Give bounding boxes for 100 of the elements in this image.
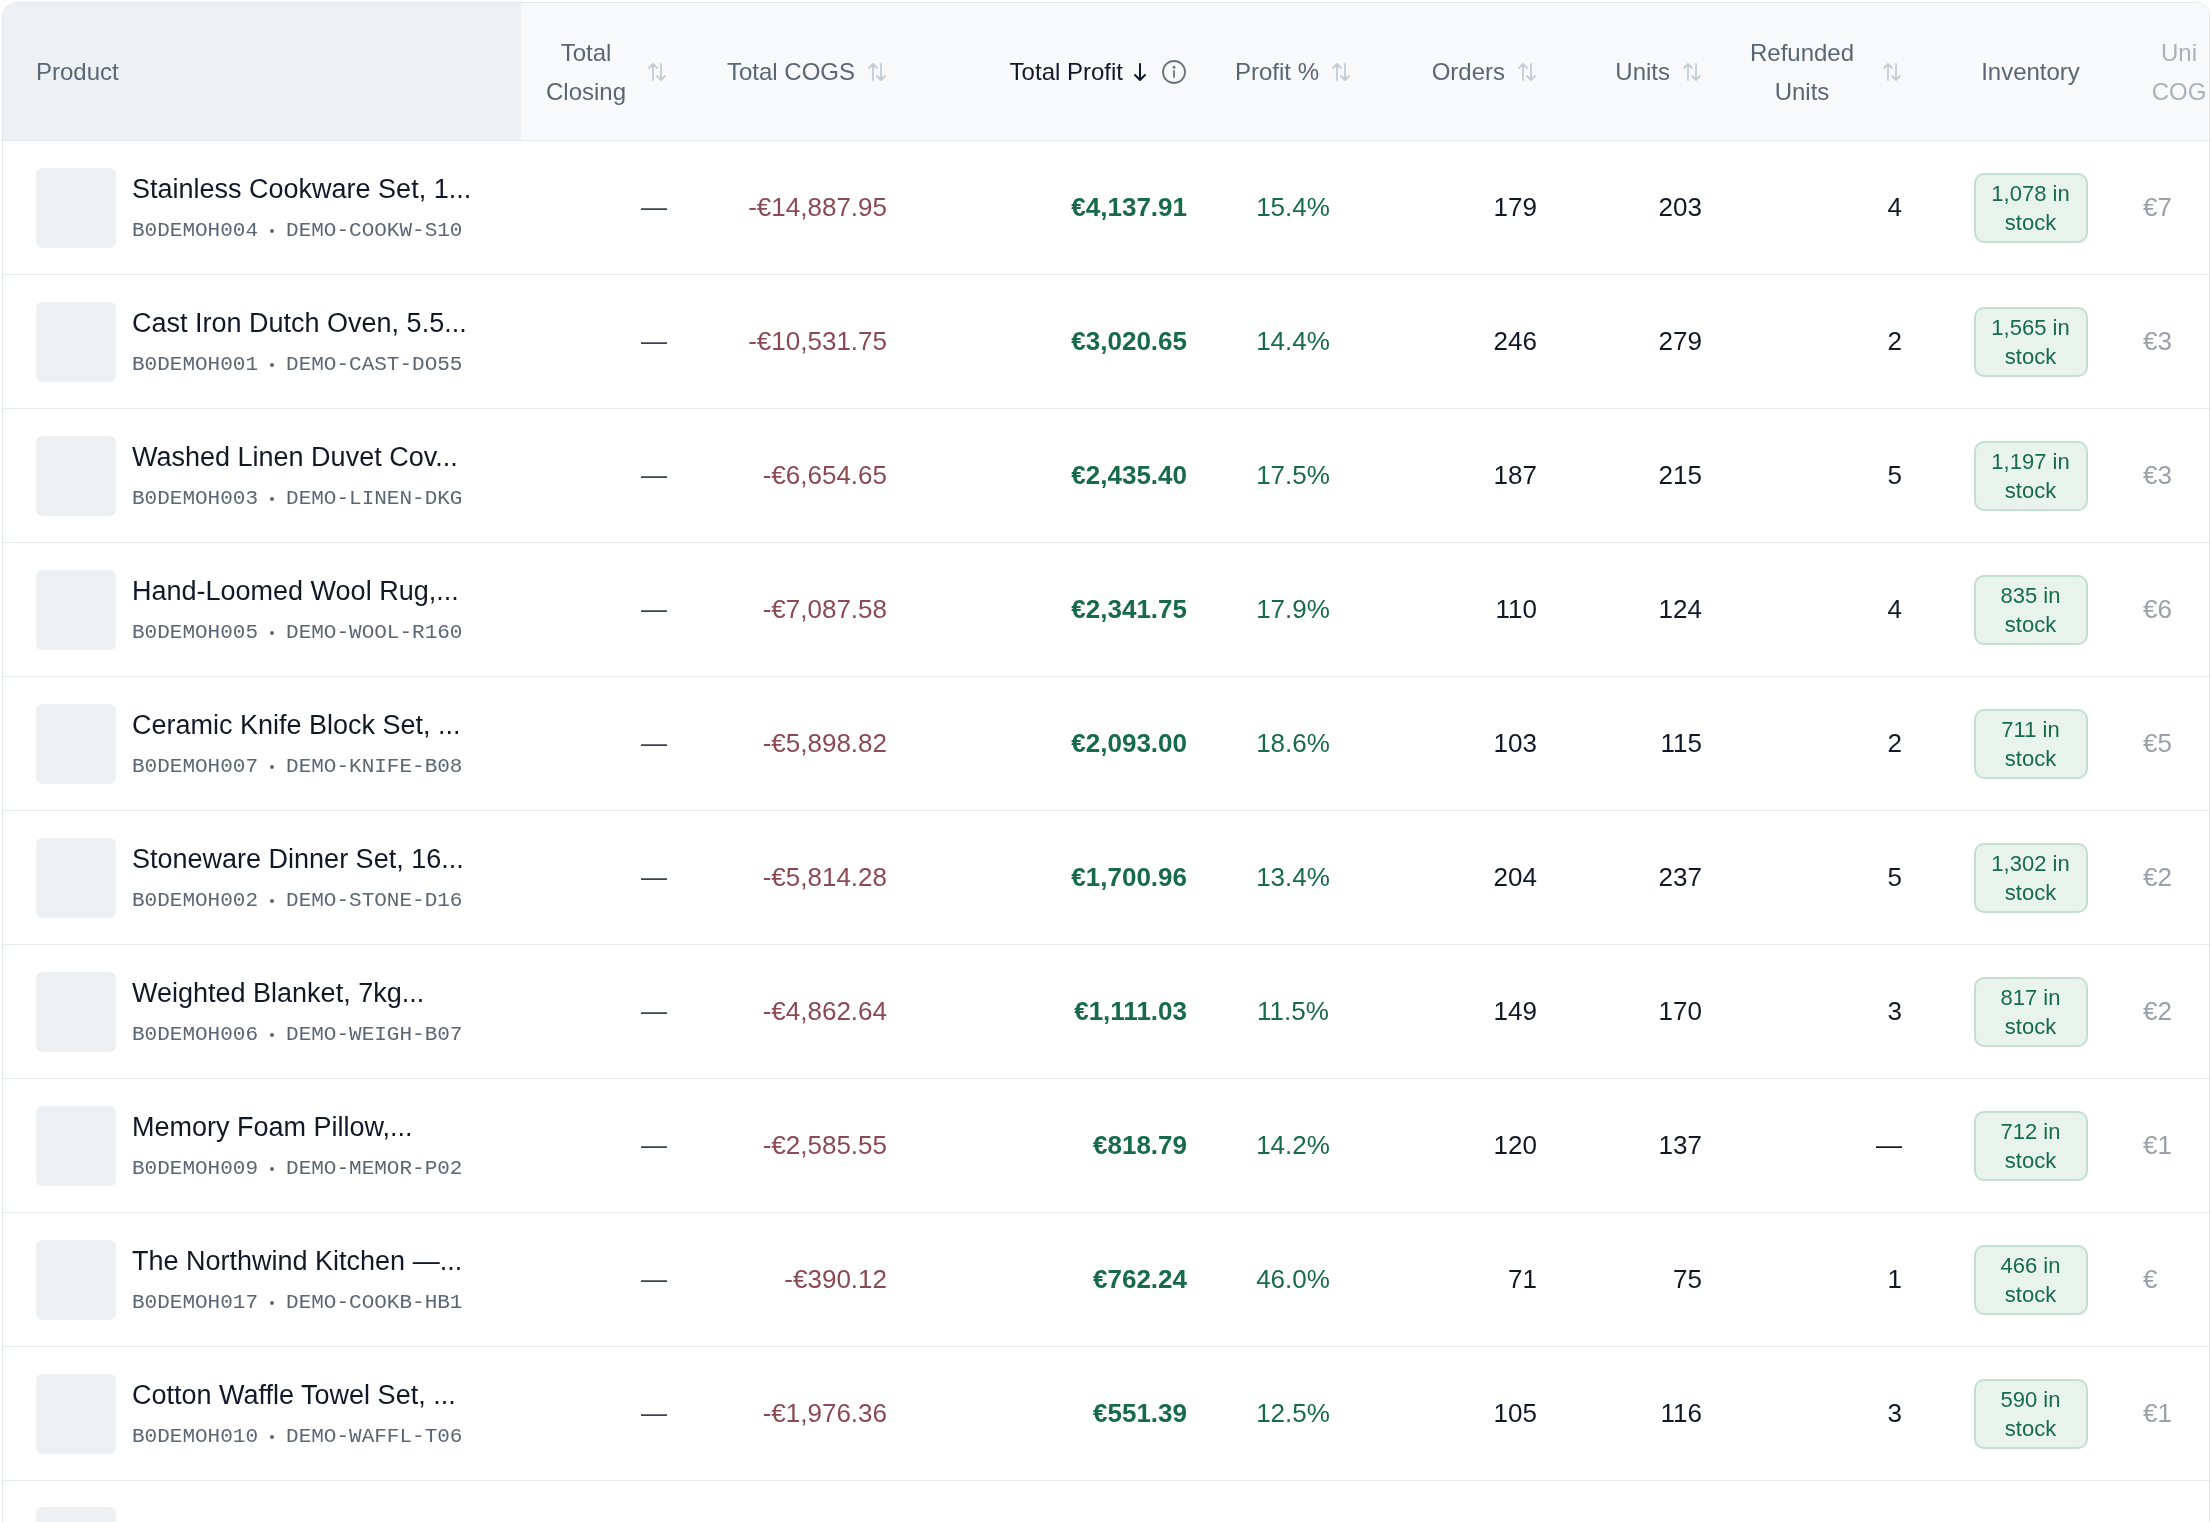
refunded-units: 5 — [1887, 459, 1902, 492]
product-name[interactable]: The Northwind Kitchen —... — [132, 1240, 463, 1281]
product-sku: DEMO-WAFFL-T06 — [286, 1424, 463, 1450]
sort-icon[interactable] — [867, 60, 887, 83]
profit-percent: 18.6% — [1256, 727, 1330, 760]
inventory-badge: 1,078 in stock — [1973, 172, 2088, 243]
table-row[interactable]: Hand-Loomed Wool Rug,... B0DEMOH005 DEMO-WOOL-R160 — -€7,087.58 €2,341.75 17.9% 110 124 4 835 in stock €6 — [3, 543, 2209, 677]
orders-count: 204 — [1493, 861, 1537, 894]
product-name[interactable]: Ceramic Knife Block Set, ... — [132, 704, 463, 745]
sort-icon[interactable] — [1517, 60, 1537, 83]
product-asin: B0DEMOH003 — [132, 486, 259, 512]
orders-count: 71 — [1508, 1263, 1537, 1296]
product-asin: B0DEMOH002 — [132, 888, 259, 914]
orders-count: 110 — [1495, 593, 1537, 626]
profit-percent: 17.5% — [1256, 459, 1330, 492]
column-header[interactable]: Orders — [1383, 3, 1553, 140]
table-row[interactable]: Washed Linen Duvet Cov... B0DEMOH003 DEMO-LINEN-DKG — -€6,654.65 €2,435.40 17.5% 187 215 5 1,197 in stock €3 — [3, 409, 2209, 543]
total-cogs: -€6,654.65 — [762, 459, 887, 492]
refunded-units: 4 — [1887, 593, 1902, 626]
column-header[interactable]: Total COGS — [683, 3, 903, 140]
total-profit: €762.24 — [1093, 1263, 1187, 1296]
info-icon[interactable] — [1161, 58, 1187, 85]
refunded-units: 5 — [1887, 861, 1902, 894]
inventory-badge: 712 in stock — [1973, 1110, 2088, 1181]
table-row[interactable]: Memory Foam Pillow,... B0DEMOH009 DEMO-MEMOR-P02 — -€2,585.55 €818.79 14.2% 120 137 — 712 in stock €1 — [3, 1079, 2209, 1213]
column-header[interactable]: Refunded Units — [1718, 3, 1918, 140]
table-row[interactable]: Cast Iron Dutch Oven, 5.5... B0DEMOH001 DEMO-CAST-DO55 — -€10,531.75 €3,020.65 14.4% 246 279 2 1,565 in stock €3 — [3, 275, 2209, 409]
product-sku: DEMO-MEMOR-P02 — [286, 1156, 463, 1182]
profit-percent: 17.9% — [1256, 593, 1330, 626]
orders-count: 187 — [1493, 459, 1537, 492]
product-name[interactable]: Hand-Loomed Wool Rug,... — [132, 570, 463, 611]
total-closing: — — [641, 1263, 667, 1296]
unit-cogs: €3 — [2143, 325, 2172, 358]
product-asin: B0DEMOH010 — [132, 1424, 259, 1450]
total-cogs: -€1,976.36 — [762, 1397, 887, 1430]
total-profit: €4,137.91 — [1071, 191, 1187, 224]
unit-cogs: €2 — [2143, 861, 2172, 894]
column-header[interactable]: Total Closing — [521, 3, 683, 140]
table-row[interactable]: Ceramic Knife Block Set, ... B0DEMOH007 DEMO-KNIFE-B08 — -€5,898.82 €2,093.00 18.6% 103 115 2 711 in stock €5 — [3, 677, 2209, 811]
table-row[interactable]: The Northwind Kitchen —... B0DEMOH017 DEMO-COOKB-HB1 — -€390.12 €762.24 46.0% 71 75 1 466 in stock € — [3, 1213, 2209, 1347]
product-name[interactable]: Cotton Waffle Towel Set, ... — [132, 1374, 463, 1415]
total-profit: €1,111.03 — [1074, 995, 1187, 1028]
total-cogs: -€390.12 — [784, 1263, 887, 1296]
total-cogs: -€10,531.75 — [748, 325, 887, 358]
orders-count: 105 — [1493, 1397, 1537, 1430]
product-sku: DEMO-STONE-D16 — [286, 888, 463, 914]
profit-percent: 14.2% — [1256, 1129, 1330, 1162]
total-profit: €818.79 — [1093, 1129, 1187, 1162]
product-name[interactable]: Stainless Cookware Set, 1... — [132, 168, 472, 209]
column-header[interactable]: Units — [1553, 3, 1718, 140]
units-count: 237 — [1658, 861, 1702, 894]
sort-icon[interactable] — [1331, 60, 1351, 83]
profit-percent: 46.0% — [1256, 1263, 1330, 1296]
total-closing: — — [641, 1129, 667, 1162]
total-cogs: -€7,087.58 — [762, 593, 887, 626]
product-sku: DEMO-CAST-DO55 — [286, 352, 463, 378]
sort-icon[interactable] — [1882, 60, 1902, 83]
arrow-down-icon[interactable] — [1131, 60, 1149, 83]
table-row[interactable]: Cotton Waffle Towel Set, ... B0DEMOH010 DEMO-WAFFL-T06 — -€1,976.36 €551.39 12.5% 105 116 3 590 in stock €1 — [3, 1347, 2209, 1481]
product-name[interactable]: Cast Iron Dutch Oven, 5.5... — [132, 302, 467, 343]
column-header[interactable]: Profit % — [1203, 3, 1383, 140]
product-asin: B0DEMOH017 — [132, 1290, 259, 1316]
sort-icon[interactable] — [647, 60, 667, 83]
refunded-units: 1 — [1887, 1263, 1902, 1296]
total-profit: €3,020.65 — [1071, 325, 1187, 358]
table-row[interactable]: Stoneware Dinner Set, 16... B0DEMOH002 DEMO-STONE-D16 — -€5,814.28 €1,700.96 13.4% 204 237 5 1,302 in stock €2 — [3, 811, 2209, 945]
total-closing: — — [641, 191, 667, 224]
product-asin: B0DEMOH006 — [132, 1022, 259, 1048]
total-profit: €551.39 — [1093, 1397, 1187, 1430]
total-cogs: -€4,862.64 — [762, 995, 887, 1028]
table-row[interactable]: Stainless Cookware Set, 1... B0DEMOH004 DEMO-COOKW-S10 — -€14,887.95 €4,137.91 15.4% 179 203 4 1,078 in stock €7 — [3, 141, 2209, 275]
inventory-badge: 817 in stock — [1973, 976, 2088, 1047]
units-count: 215 — [1658, 459, 1702, 492]
orders-count: 120 — [1493, 1129, 1537, 1162]
column-header[interactable]: Total Profit — [903, 3, 1203, 140]
units-count: 124 — [1658, 593, 1702, 626]
inventory-badge: 1,302 in stock — [1973, 842, 2088, 913]
refunded-units: 3 — [1887, 995, 1902, 1028]
product-name[interactable]: Washed Linen Duvet Cov... — [132, 436, 463, 477]
product-name[interactable]: Weighted Blanket, 7kg... — [132, 972, 463, 1013]
refunded-units: 3 — [1887, 1397, 1902, 1430]
product-asin: B0DEMOH009 — [132, 1156, 259, 1182]
table-row[interactable]: Weighted Blanket, 7kg... B0DEMOH006 DEMO-WEIGH-B07 — -€4,862.64 €1,111.03 11.5% 149 170 3 817 in stock €2 — [3, 945, 2209, 1079]
units-count: 137 — [1658, 1129, 1702, 1162]
product-asin: B0DEMOH005 — [132, 620, 259, 646]
unit-cogs: €7 — [2143, 191, 2172, 224]
product-sku: DEMO-LINEN-DKG — [286, 486, 463, 512]
product-name[interactable]: Stoneware Dinner Set, 16... — [132, 838, 464, 879]
sort-icon[interactable] — [1682, 60, 1702, 83]
inventory-badge: 1,565 in stock — [1973, 306, 2088, 377]
refunded-units: — — [1876, 1129, 1902, 1162]
product-name[interactable]: Memory Foam Pillow,... — [132, 1106, 463, 1147]
product-sku: DEMO-WEIGH-B07 — [286, 1022, 463, 1048]
unit-cogs: € — [2143, 1263, 2158, 1296]
unit-cogs: €1 — [2143, 1397, 2172, 1430]
product-asin: B0DEMOH001 — [132, 352, 259, 378]
total-closing: — — [641, 995, 667, 1028]
orders-count: 246 — [1493, 325, 1537, 358]
unit-cogs: €6 — [2143, 593, 2172, 626]
unit-cogs: €1 — [2143, 1129, 2172, 1162]
